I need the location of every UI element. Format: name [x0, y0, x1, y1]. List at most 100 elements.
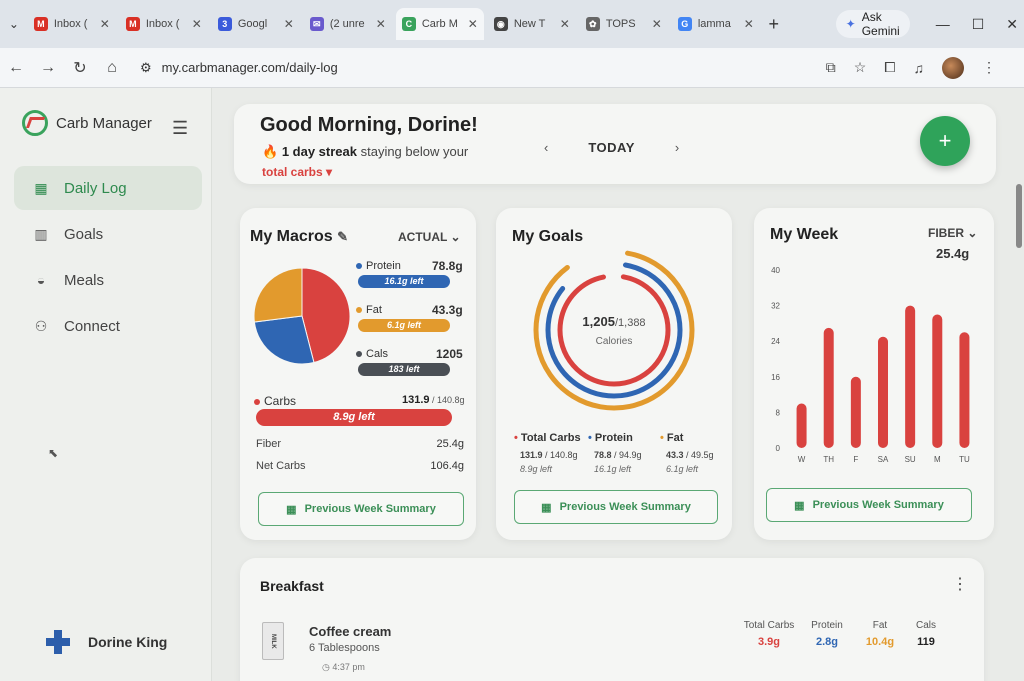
legend-target: / 49.5g [683, 450, 714, 460]
next-day-icon[interactable]: › [675, 140, 679, 155]
week-metric-label: FIBER [928, 226, 964, 240]
tab-close-icon[interactable]: ✕ [376, 17, 386, 31]
sidebar-item-label: Connect [64, 317, 120, 335]
cals-dot [356, 351, 362, 358]
fat-value: 43.3g [432, 303, 463, 317]
sidebar-item-meals[interactable]: ◒ Meals [14, 258, 202, 302]
browser-tab[interactable]: 3 Googl ✕ [212, 8, 300, 40]
week-metric-dropdown[interactable]: FIBER ⌄ [928, 226, 977, 240]
hamburger-menu-icon[interactable]: ☰ [172, 118, 188, 139]
browser-tab-bar: ⌄ M Inbox (✕ M Inbox (✕ 3 Googl ✕ ✉ (2 unre ✕ C Car… [0, 0, 1024, 48]
bookmark-star-icon[interactable]: ☆ [854, 59, 867, 76]
tab-favicon-icon: C [401, 17, 416, 31]
week-bar[interactable] [878, 336, 888, 448]
legend-current: 43.3 [666, 450, 684, 460]
protein-value: 78.8g [432, 259, 463, 273]
tab-close-icon[interactable]: ✕ [284, 17, 294, 31]
goals-previous-week-button[interactable]: ▦ Previous Week Summary [514, 490, 718, 524]
tab-close-icon[interactable]: ✕ [468, 17, 478, 31]
browser-tab[interactable]: M Inbox (✕ [28, 8, 116, 40]
week-bar[interactable] [796, 403, 807, 449]
tab-favicon-icon: ◉ [493, 17, 508, 31]
browser-tab[interactable]: M Inbox ( ✕ [120, 8, 208, 40]
week-bar[interactable] [823, 327, 834, 448]
week-bar[interactable] [959, 332, 970, 448]
page-scrollbar[interactable] [1016, 184, 1022, 248]
nutrient-value: 119 [917, 636, 935, 648]
media-controls-icon[interactable]: ♫ [914, 60, 925, 76]
profile-avatar[interactable] [942, 56, 964, 79]
carbs-value: 131.9 / 140.8g [402, 394, 465, 406]
week-metric-value: 25.4g [936, 246, 970, 261]
legend-remaining: 16.1g left [594, 464, 632, 474]
food-time-text: 4:37 pm [332, 662, 365, 672]
home-icon[interactable]: ⌂ [104, 59, 120, 77]
x-tick-label: TU [959, 455, 970, 464]
legend-label-text: Protein [594, 432, 633, 444]
tab-close-icon[interactable]: ✕ [560, 17, 570, 31]
brand-logo[interactable]: Carb Manager [22, 110, 152, 136]
reload-icon[interactable]: ↻ [72, 58, 88, 78]
tab-close-icon[interactable]: ✕ [652, 17, 662, 31]
browser-tab[interactable]: Glamma ✕ [672, 8, 760, 40]
extensions-icon[interactable]: ⧠ [884, 59, 895, 76]
calendar-icon: ▦ [794, 499, 805, 512]
week-bar[interactable] [850, 376, 861, 448]
add-food-button[interactable]: + [920, 116, 970, 166]
back-icon[interactable]: ← [8, 59, 24, 77]
net-carbs-label: Net Carbs [256, 460, 306, 472]
sidebar-item-goals[interactable]: ▥ Goals [14, 212, 202, 256]
previous-day-icon[interactable]: ‹ [544, 140, 548, 155]
more-options-icon[interactable]: ⋮ [952, 574, 968, 594]
x-tick-label: SA [878, 455, 889, 464]
week-bar[interactable] [932, 314, 943, 449]
tab-strip: M Inbox (✕ M Inbox (✕ 3 Googl ✕ ✉ (2 unre ✕ C Carb … [28, 8, 760, 40]
minimize-icon[interactable]: — [936, 16, 950, 33]
week-bar[interactable] [905, 305, 916, 448]
food-item-quantity: 6 Tablespoons [309, 642, 380, 654]
install-app-icon[interactable]: ⧉ [826, 59, 836, 76]
macros-mode-dropdown[interactable]: ACTUAL ⌄ [398, 230, 461, 244]
browser-tab[interactable]: ✉ (2 unre ✕ [304, 8, 392, 40]
legend-dot-icon: • [514, 432, 521, 444]
browser-tab[interactable]: ◉ New T ✕ [488, 8, 576, 40]
close-window-icon[interactable]: ✕ [1006, 16, 1018, 33]
calorie-rings-chart [533, 249, 695, 411]
gemini-icon: ✦ [845, 17, 856, 31]
tab-title: (2 unre [329, 18, 365, 30]
tab-close-icon[interactable]: ✕ [744, 17, 754, 31]
tab-favicon-icon: M [125, 17, 140, 31]
browser-tab[interactable]: C Carb M ✕ [395, 8, 484, 40]
tab-close-icon[interactable]: ✕ [100, 17, 110, 31]
edit-pencil-icon[interactable]: ✎ [337, 229, 348, 244]
previous-week-label: Previous Week Summary [559, 501, 691, 513]
site-info-icon[interactable]: ⚙ [140, 60, 152, 76]
food-item-name[interactable]: Coffee cream [309, 624, 391, 639]
macros-title-text: My Macros [250, 228, 333, 245]
current-day-label[interactable]: TODAY [588, 140, 635, 155]
macros-previous-week-button[interactable]: ▦ Previous Week Summary [258, 492, 464, 526]
x-tick-label: M [934, 455, 941, 464]
goals-title: My Goals [512, 228, 584, 245]
carbs-label-text: Carbs [264, 394, 297, 408]
ask-gemini-button[interactable]: ✦ Ask Gemini [835, 10, 910, 38]
new-tab-button[interactable]: + [766, 12, 782, 36]
week-previous-week-button[interactable]: ▦ Previous Week Summary [766, 488, 972, 522]
nutrient-value: 3.9g [757, 636, 780, 648]
forward-icon[interactable]: → [40, 59, 56, 77]
browser-menu-icon[interactable]: ⋮ [982, 59, 996, 76]
maximize-icon[interactable]: ☐ [972, 16, 985, 33]
browser-tab[interactable]: ✿ TOPS ✕ [580, 8, 668, 40]
macros-pie-chart [253, 267, 351, 365]
tab-search-dropdown[interactable]: ⌄ [6, 12, 22, 36]
sidebar-item-connect[interactable]: ⚇ Connect [14, 304, 202, 348]
user-profile[interactable]: Dorine King [44, 628, 167, 656]
legend-current: 131.9 [520, 450, 543, 460]
tab-title: Inbox ( [145, 18, 180, 30]
tab-close-icon[interactable]: ✕ [192, 17, 202, 31]
cals-label: Cals [356, 348, 388, 360]
sidebar-item-daily-log[interactable]: ▦ Daily Log [14, 166, 202, 210]
url-field[interactable]: ⚙ my.carbmanager.com/daily-log [136, 54, 810, 82]
legend-remaining: 6.1g left [666, 464, 699, 474]
total-carbs-dropdown[interactable]: total carbs ▾ [262, 165, 332, 179]
